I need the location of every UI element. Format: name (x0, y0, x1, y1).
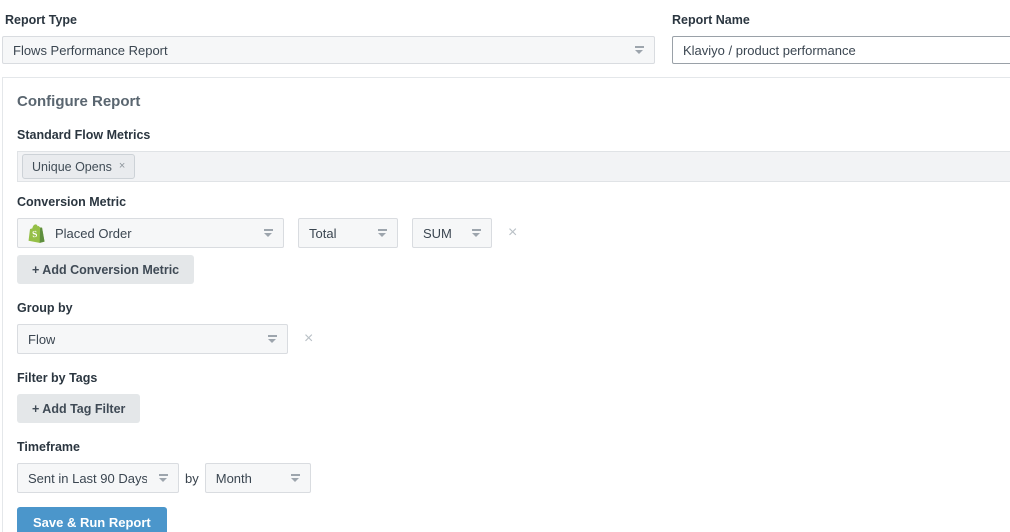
report-name-label: Report Name (672, 13, 1010, 27)
report-type-value: Flows Performance Report (13, 43, 168, 58)
filter-by-tags-label: Filter by Tags (17, 371, 1010, 385)
conversion-metric-label: Conversion Metric (17, 195, 1010, 209)
group-by-label: Group by (17, 301, 1010, 315)
timeframe-by-label: by (185, 471, 199, 486)
chevron-down-icon (268, 335, 277, 343)
report-builder-page: Report Type Flows Performance Report Rep… (0, 0, 1010, 532)
conversion-type-select[interactable]: Total (298, 218, 398, 248)
add-conversion-metric-wrap: + Add Conversion Metric (17, 255, 1010, 284)
configure-report-panel: Configure Report Standard Flow Metrics U… (2, 77, 1010, 532)
add-tag-filter-wrap: + Add Tag Filter (17, 394, 1010, 423)
shopify-bag-icon: S (28, 224, 45, 243)
group-by-select[interactable]: Flow (17, 324, 288, 354)
add-tag-filter-button[interactable]: + Add Tag Filter (17, 394, 140, 423)
report-type-group: Report Type Flows Performance Report (2, 13, 655, 64)
report-header-row: Report Type Flows Performance Report Rep… (0, 13, 1010, 64)
remove-conversion-metric-icon[interactable]: × (508, 225, 517, 241)
remove-group-by-icon[interactable]: × (304, 331, 313, 347)
group-by-value: Flow (28, 332, 55, 347)
timeframe-row: Sent in Last 90 Days by Month (17, 463, 1010, 493)
chevron-down-icon (291, 474, 300, 482)
add-conversion-metric-button[interactable]: + Add Conversion Metric (17, 255, 194, 284)
report-name-input[interactable] (672, 36, 1010, 64)
conversion-metric-selected: S Placed Order (28, 224, 132, 243)
tag-remove-icon[interactable]: × (119, 161, 125, 172)
chevron-down-icon (635, 46, 644, 54)
conversion-metric-value: Placed Order (55, 226, 132, 241)
standard-flow-metrics-field[interactable]: Unique Opens × (17, 151, 1010, 182)
chevron-down-icon (378, 229, 387, 237)
report-type-select[interactable]: Flows Performance Report (2, 36, 655, 64)
metric-tag-unique-opens: Unique Opens × (22, 154, 135, 179)
conversion-type-value: Total (309, 226, 336, 241)
standard-flow-metrics-label: Standard Flow Metrics (17, 128, 1010, 142)
timeframe-range-select[interactable]: Sent in Last 90 Days (17, 463, 179, 493)
timeframe-label: Timeframe (17, 440, 1010, 454)
metric-tag-label: Unique Opens (32, 160, 112, 174)
conversion-metric-row: S Placed Order Total SUM × (17, 218, 1010, 248)
chevron-down-icon (159, 474, 168, 482)
report-type-label: Report Type (5, 13, 655, 27)
report-name-group: Report Name (672, 13, 1010, 64)
group-by-row: Flow × (17, 324, 1010, 354)
chevron-down-icon (264, 229, 273, 237)
conversion-metric-select[interactable]: S Placed Order (17, 218, 284, 248)
timeframe-range-value: Sent in Last 90 Days (28, 471, 147, 486)
panel-title: Configure Report (17, 93, 1010, 110)
chevron-down-icon (472, 229, 481, 237)
svg-text:S: S (32, 228, 38, 238)
conversion-aggregation-select[interactable]: SUM (412, 218, 492, 248)
save-run-report-button[interactable]: Save & Run Report (17, 507, 167, 532)
conversion-aggregation-value: SUM (423, 226, 452, 241)
timeframe-interval-select[interactable]: Month (205, 463, 311, 493)
timeframe-interval-value: Month (216, 471, 252, 486)
